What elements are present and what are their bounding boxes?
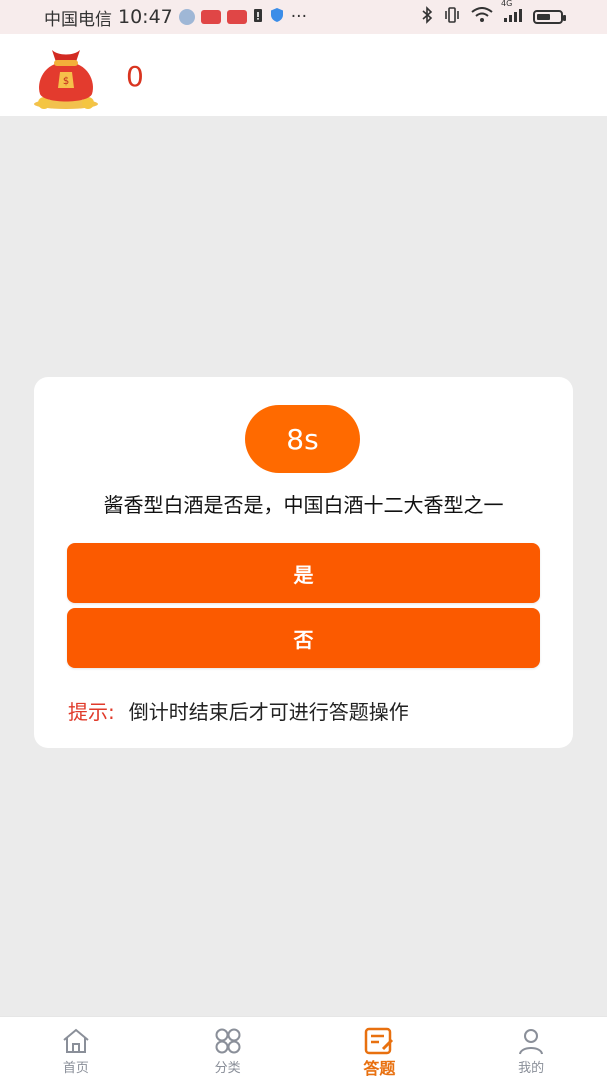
tab-home-label: 首页 <box>62 1061 89 1076</box>
battery-level <box>537 14 550 20</box>
more-notifications: ··· <box>290 7 307 27</box>
answer-icon <box>365 1027 394 1055</box>
tab-answer-label: 答题 <box>363 1059 396 1078</box>
money-bag-icon: $ <box>34 50 98 109</box>
status-bar: 中国电信 10:47 ··· 4G <box>0 0 607 34</box>
hint-label: 提示: <box>68 700 115 724</box>
hint-text: 倒计时结束后才可进行答题操作 <box>128 700 409 724</box>
countdown-timer: 8s <box>245 405 360 473</box>
vibrate-icon <box>443 6 461 28</box>
header: $ 0 <box>0 34 607 116</box>
signal-icon: 4G <box>501 0 523 27</box>
tab-answer[interactable]: 答题 <box>304 1017 456 1081</box>
tab-profile[interactable]: 我的 <box>455 1017 607 1081</box>
network-type-label: 4G <box>501 0 513 8</box>
clock: 10:47 <box>118 6 173 28</box>
avatar-notification-icon <box>178 9 195 25</box>
battery-icon <box>533 10 566 24</box>
bluetooth-icon <box>421 6 433 28</box>
tab-category[interactable]: 分类 <box>152 1017 304 1081</box>
carrier-label: 中国电信 <box>44 9 112 30</box>
category-icon <box>215 1028 241 1054</box>
answer-no-button[interactable]: 否 <box>67 608 540 668</box>
app-notification-icon <box>200 10 221 24</box>
home-icon <box>63 1028 89 1053</box>
answer-yes-button[interactable]: 是 <box>67 543 540 603</box>
app-notification-icon <box>226 10 247 24</box>
bottom-tab-bar: 首页 分类 答题 我的 <box>0 1016 607 1081</box>
svg-text:$: $ <box>63 76 69 87</box>
quiz-card: 8s 酱香型白酒是否是，中国白酒十二大香型之一 是 否 提示: 倒计时结束后才可进… <box>34 377 573 748</box>
tab-category-label: 分类 <box>214 1061 241 1076</box>
coin-count: 0 <box>126 60 144 93</box>
tab-profile-label: 我的 <box>518 1061 545 1076</box>
status-right: 4G <box>421 0 566 28</box>
hint: 提示: 倒计时结束后才可进行答题操作 <box>68 696 409 725</box>
tab-home[interactable]: 首页 <box>0 1017 152 1081</box>
wifi-icon <box>471 7 493 27</box>
question-text: 酱香型白酒是否是，中国白酒十二大香型之一 <box>103 493 504 517</box>
status-left: 中国电信 10:47 ··· <box>44 5 307 30</box>
profile-icon <box>519 1029 544 1055</box>
alert-icon <box>253 7 263 28</box>
shield-icon <box>269 7 285 28</box>
